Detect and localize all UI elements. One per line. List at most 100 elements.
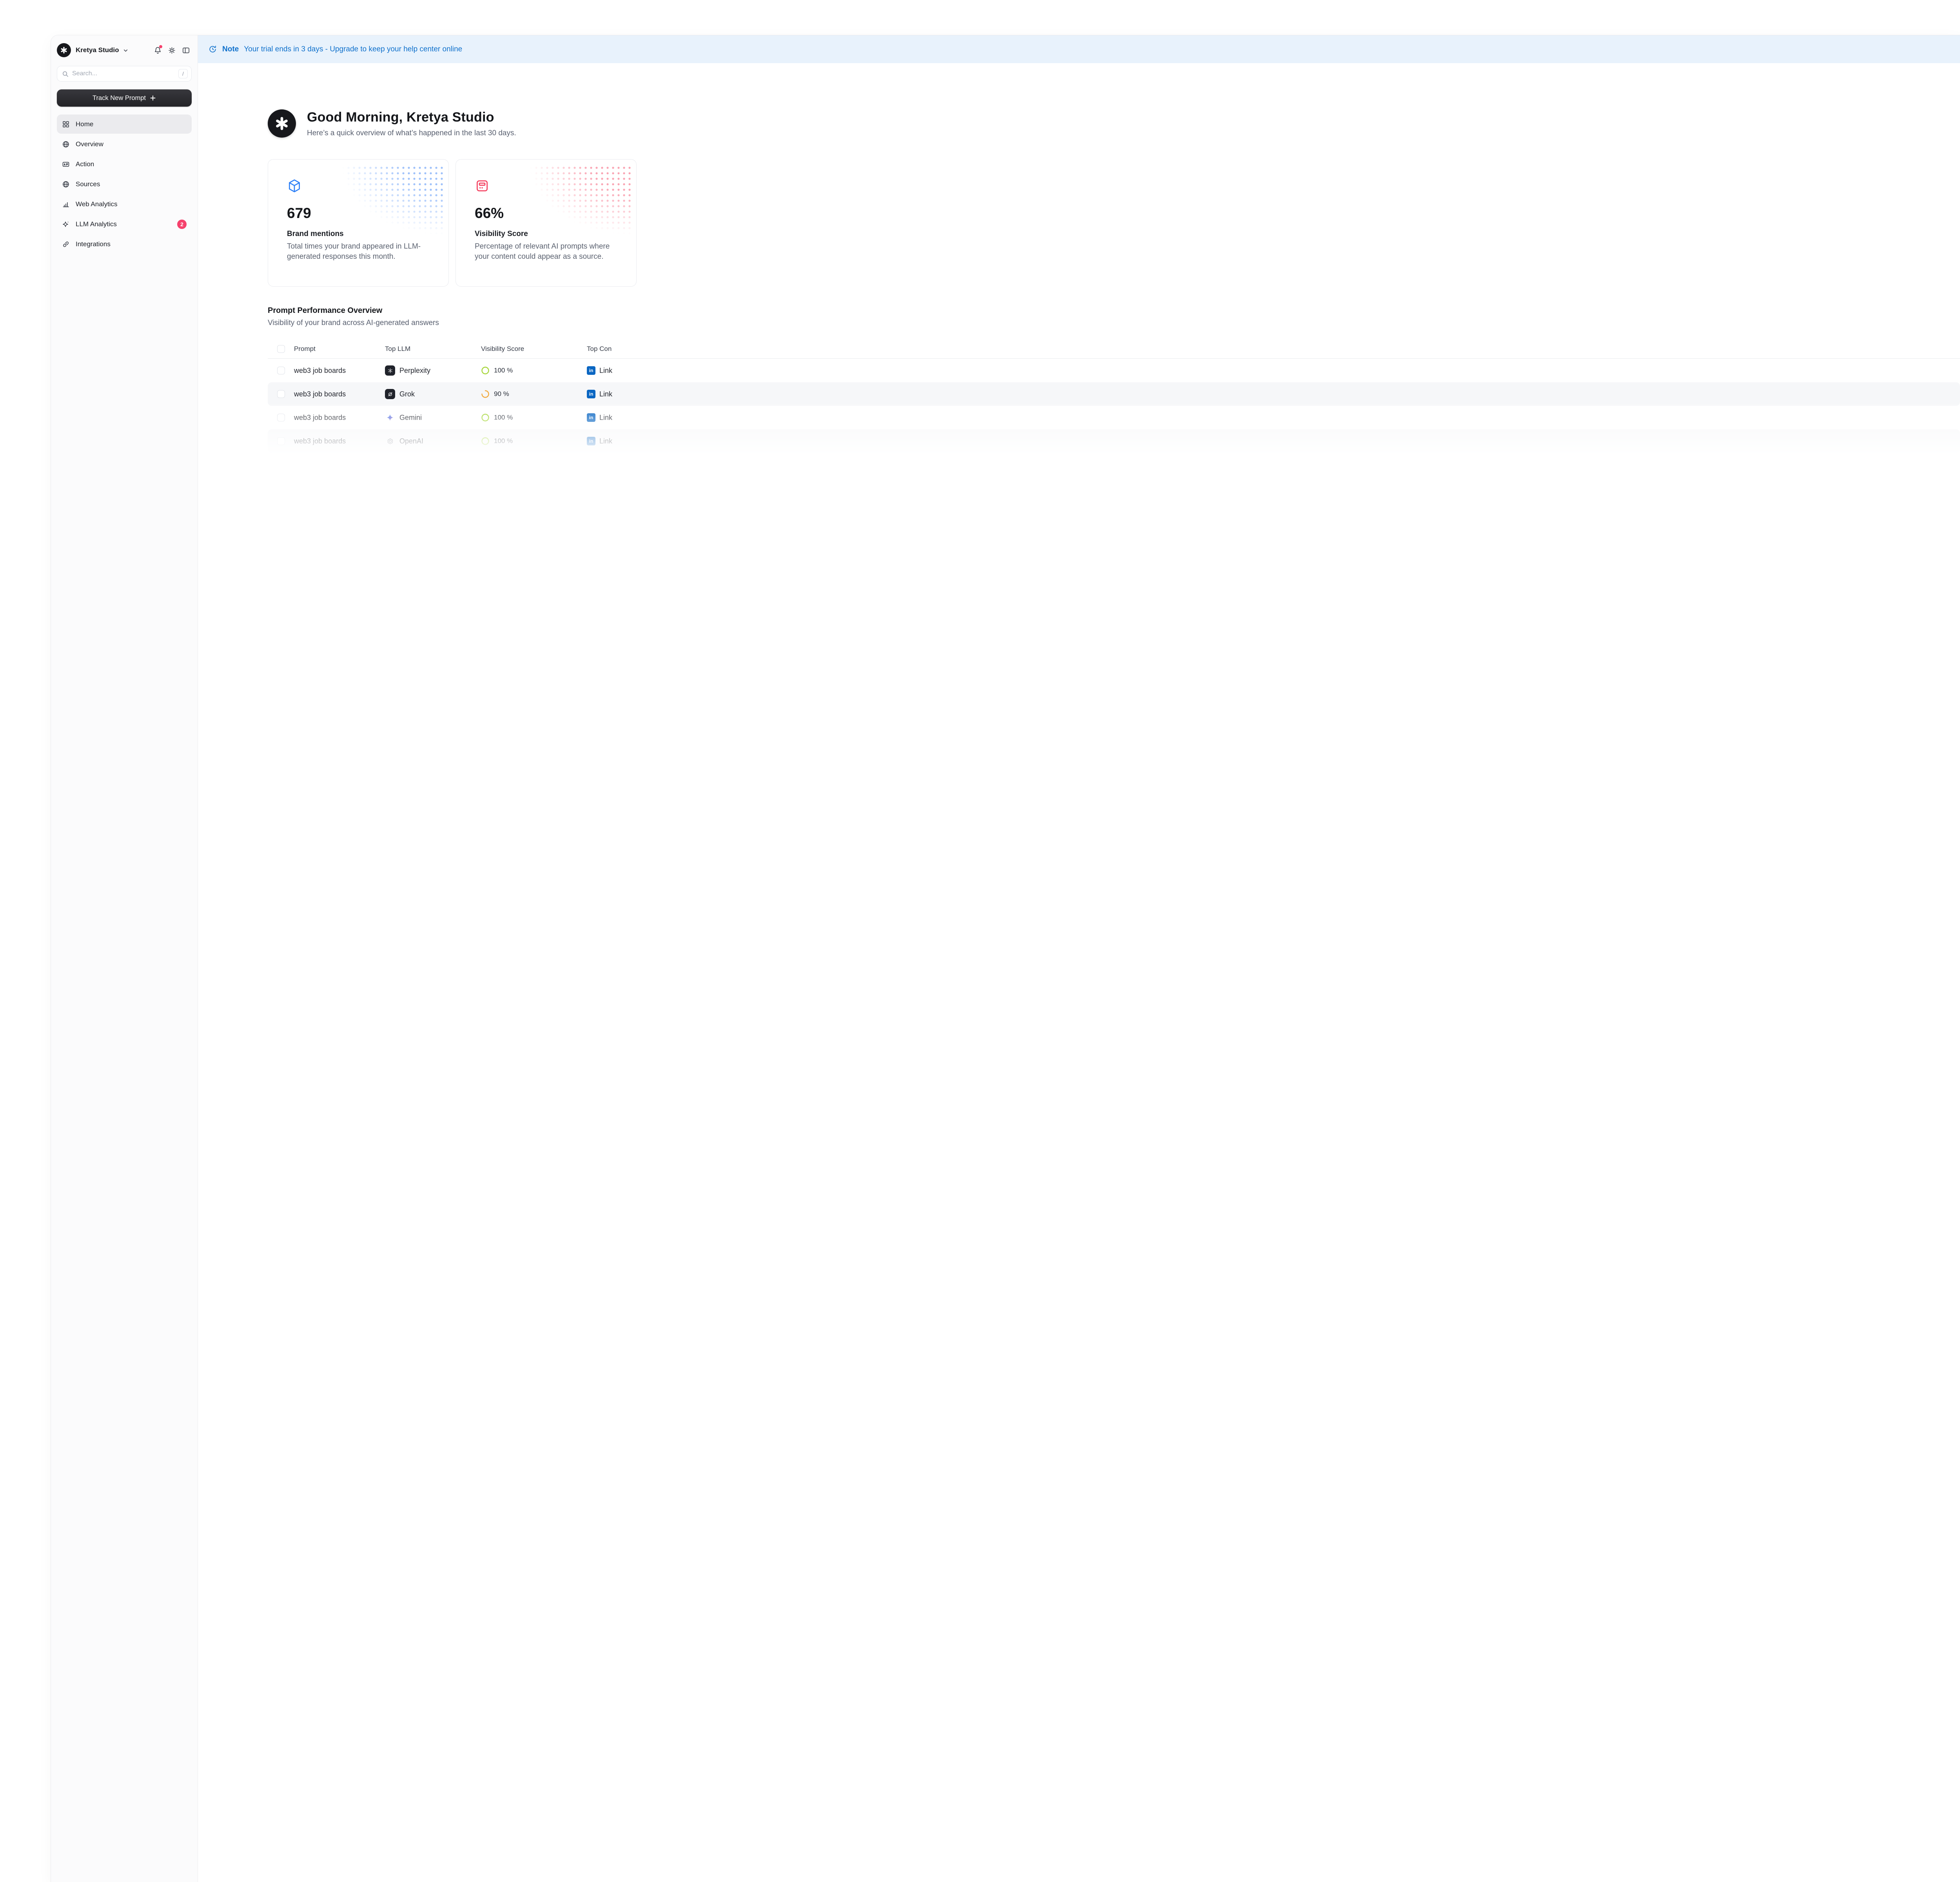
search-box: / — [57, 66, 192, 82]
sidebar-item-action[interactable]: Action — [57, 154, 192, 174]
score-ring-100 — [481, 437, 490, 445]
table-header: Prompt Top LLM Visibility Score Top Con — [268, 339, 1960, 359]
search-input[interactable] — [72, 70, 178, 77]
llm-analytics-badge: 2 — [177, 220, 187, 229]
prompt-cell: web3 job boards — [294, 367, 385, 375]
linkedin-icon: in — [587, 437, 595, 445]
sidebar: Kretya Studio / Track New Prompt — [51, 35, 198, 1882]
column-header-prompt: Prompt — [294, 345, 385, 353]
history-clock-icon — [208, 45, 217, 54]
source-name: Link — [599, 390, 612, 398]
llm-name: OpenAI — [399, 437, 423, 445]
sidebar-item-web-analytics[interactable]: Web Analytics — [57, 194, 192, 214]
panel-toggle-icon[interactable] — [180, 44, 192, 56]
track-new-prompt-button[interactable]: Track New Prompt — [57, 89, 192, 107]
table-row[interactable]: web3 job boards OpenAI 100 % — [268, 429, 1960, 453]
greeting: Good Morning, Kretya Studio Here’s a qui… — [268, 109, 1960, 138]
stat-description: Total times your brand appeared in LLM-g… — [287, 242, 425, 262]
row-checkbox[interactable] — [277, 437, 285, 445]
score-ring-90 — [481, 390, 490, 398]
id-card-icon — [62, 160, 70, 168]
column-header-top-content: Top Con — [587, 345, 677, 353]
sidebar-item-integrations[interactable]: Integrations — [57, 234, 192, 254]
sidebar-item-label: Sources — [76, 180, 100, 188]
notification-dot — [159, 45, 162, 48]
score-value: 90 % — [494, 390, 509, 398]
perplexity-icon — [385, 365, 395, 376]
plus-icon — [150, 95, 156, 101]
globe-icon — [62, 180, 70, 188]
prompt-cell: web3 job boards — [294, 414, 385, 422]
sparkles-icon — [62, 220, 70, 228]
sidebar-item-llm-analytics[interactable]: LLM Analytics 2 — [57, 214, 192, 234]
score-ring-100 — [481, 366, 490, 375]
sidebar-item-label: Home — [76, 120, 93, 128]
section-subtitle: Visibility of your brand across AI-gener… — [268, 319, 1960, 327]
llm-name: Grok — [399, 390, 415, 398]
llm-name: Gemini — [399, 414, 422, 422]
gear-icon[interactable] — [166, 44, 178, 56]
workspace-logo-large — [268, 109, 296, 138]
score-ring-100 — [481, 413, 490, 422]
search-icon — [62, 71, 69, 77]
grok-icon — [385, 389, 395, 399]
trial-banner: Note Your trial ends in 3 days - Upgrade… — [198, 35, 1960, 63]
track-new-prompt-label: Track New Prompt — [93, 94, 146, 102]
sidebar-item-home[interactable]: Home — [57, 114, 192, 134]
dashboard-content: Good Morning, Kretya Studio Here’s a qui… — [198, 109, 1960, 453]
sidebar-item-label: Action — [76, 160, 94, 168]
prompt-cell: web3 job boards — [294, 437, 385, 445]
linkedin-icon: in — [587, 413, 595, 422]
source-name: Link — [599, 437, 612, 445]
sidebar-item-label: Integrations — [76, 240, 111, 248]
page-title: Good Morning, Kretya Studio — [307, 110, 516, 125]
stat-value: 66% — [475, 205, 617, 222]
asterisk-icon — [60, 46, 68, 54]
workspace-logo — [57, 43, 71, 57]
globe-icon — [62, 140, 70, 148]
sidebar-nav: Home Overview Action Sources — [57, 114, 192, 254]
banner-message[interactable]: Your trial ends in 3 days - Upgrade to k… — [244, 45, 462, 54]
main-area: Note Your trial ends in 3 days - Upgrade… — [198, 35, 1960, 1882]
table-row[interactable]: web3 job boards Gemini 100 % — [268, 406, 1960, 429]
gemini-icon — [385, 412, 395, 423]
chevron-down-icon[interactable] — [123, 47, 129, 53]
stat-label: Brand mentions — [287, 230, 430, 238]
table-row[interactable]: web3 job boards Grok 90 % — [268, 382, 1960, 406]
banner-label: Note — [222, 45, 239, 54]
row-checkbox[interactable] — [277, 414, 285, 421]
workspace-row: Kretya Studio — [57, 42, 192, 58]
row-checkbox[interactable] — [277, 390, 285, 398]
stat-card-visibility-score: 66% Visibility Score Percentage of relev… — [456, 159, 637, 287]
stat-cards: 679 Brand mentions Total times your bran… — [268, 159, 1960, 287]
app-window: Kretya Studio / Track New Prompt — [51, 35, 1960, 1882]
stat-description: Percentage of relevant AI prompts where … — [475, 242, 613, 262]
source-name: Link — [599, 367, 612, 375]
table-body: web3 job boards Perplexity 100 % — [268, 359, 1960, 453]
page-subtitle: Here’s a quick overview of what’s happen… — [307, 129, 516, 138]
sidebar-item-sources[interactable]: Sources — [57, 174, 192, 194]
score-value: 100 % — [494, 414, 513, 421]
stat-value: 679 — [287, 205, 430, 222]
select-all-checkbox[interactable] — [277, 345, 285, 353]
bell-icon[interactable] — [152, 44, 163, 56]
linkedin-icon: in — [587, 366, 595, 375]
asterisk-icon — [274, 116, 290, 131]
bar-chart-icon — [62, 200, 70, 208]
llm-name: Perplexity — [399, 367, 430, 375]
grid-icon — [62, 120, 70, 128]
column-header-top-llm: Top LLM — [385, 345, 481, 353]
sidebar-item-overview[interactable]: Overview — [57, 134, 192, 154]
sidebar-item-label: Overview — [76, 140, 103, 148]
stat-label: Visibility Score — [475, 230, 617, 238]
source-name: Link — [599, 414, 612, 422]
sidebar-item-label: Web Analytics — [76, 200, 117, 208]
calculator-icon — [475, 178, 490, 193]
row-checkbox[interactable] — [277, 367, 285, 374]
column-header-visibility-score: Visibility Score — [481, 345, 587, 353]
table-row[interactable]: web3 job boards Perplexity 100 % — [268, 359, 1960, 382]
score-value: 100 % — [494, 437, 513, 445]
prompt-performance-section: Prompt Performance Overview Visibility o… — [268, 306, 1960, 453]
openai-icon — [385, 436, 395, 446]
workspace-name[interactable]: Kretya Studio — [76, 46, 119, 54]
